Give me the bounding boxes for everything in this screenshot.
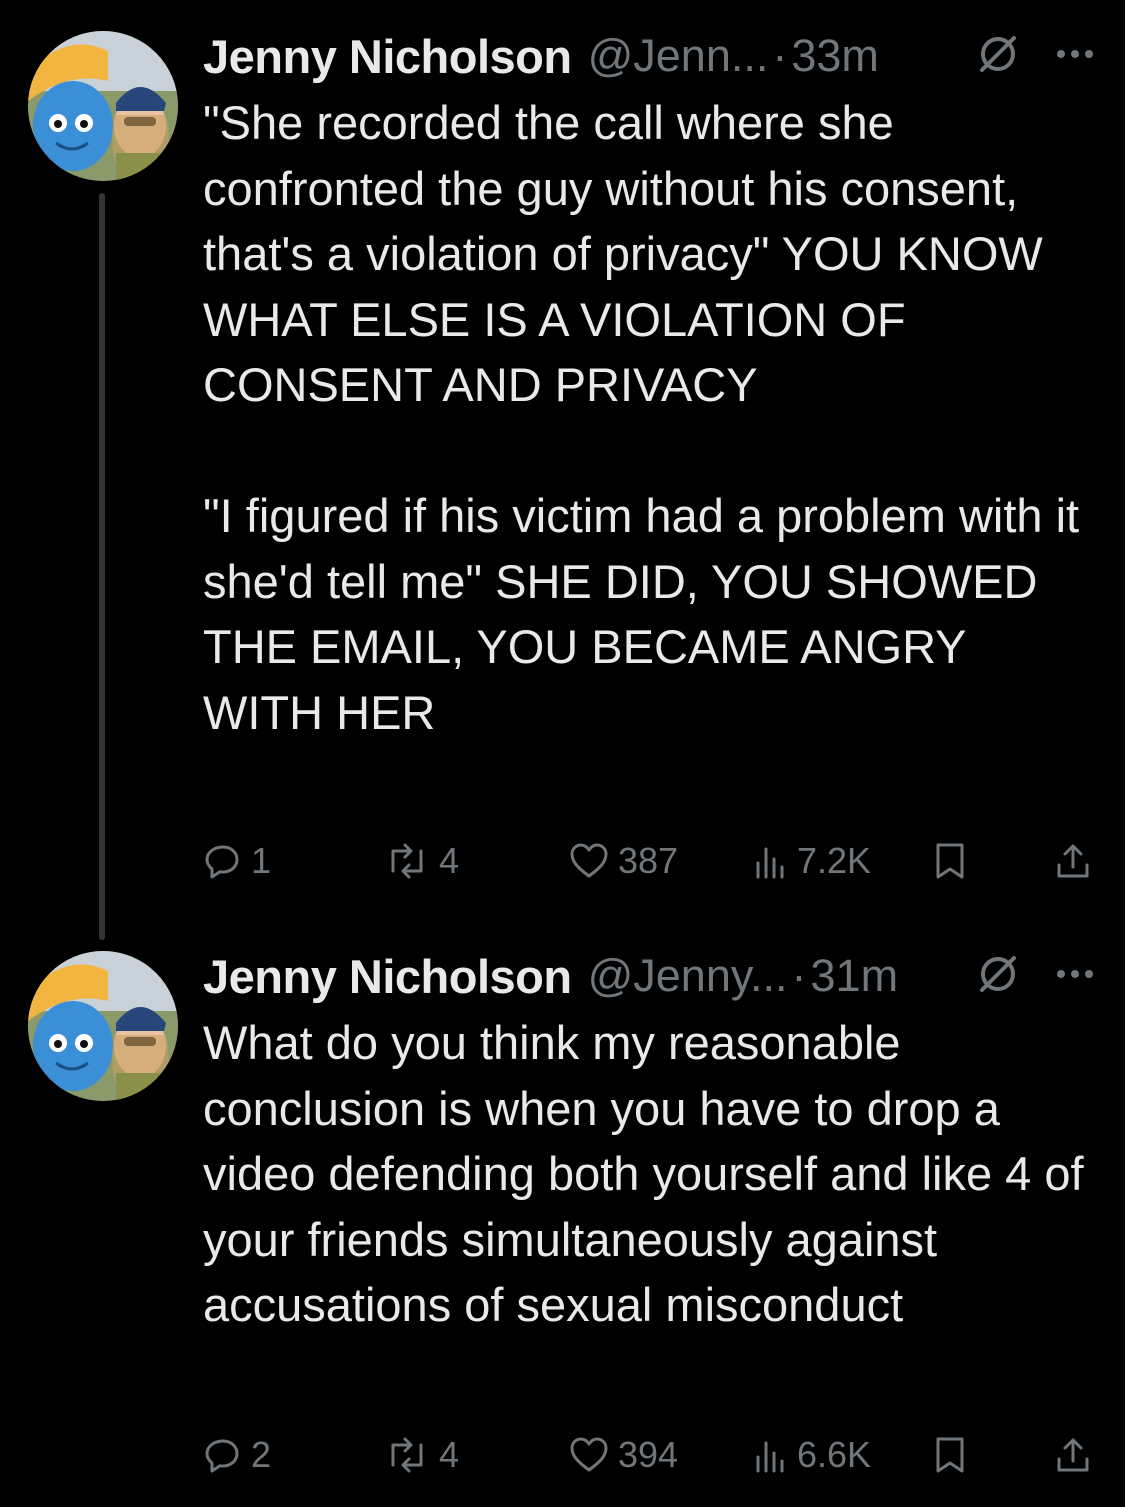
- grok-icon[interactable]: [975, 31, 1021, 82]
- tweet-text: What do you think my reasonable conclusi…: [203, 1016, 1097, 1331]
- views-icon: [756, 1441, 784, 1473]
- tweet-actions: 1 4 387 7.2K: [203, 836, 1093, 886]
- tweet-2[interactable]: Jenny Nicholson @Jenny... · 31m What do …: [0, 930, 1125, 1507]
- header-icons: [975, 26, 1095, 86]
- author-name[interactable]: Jenny Nicholson: [203, 949, 572, 1004]
- more-icon[interactable]: [1055, 47, 1095, 65]
- views-button[interactable]: 6.6K: [753, 1430, 871, 1480]
- like-button[interactable]: 394: [568, 1430, 678, 1480]
- timestamp[interactable]: 31m: [811, 950, 899, 1002]
- repost-button[interactable]: 4: [383, 1430, 459, 1480]
- reply-icon: [205, 1439, 239, 1473]
- share-button[interactable]: [1053, 836, 1093, 886]
- bookmark-button[interactable]: [933, 836, 967, 886]
- avatar[interactable]: [28, 31, 178, 181]
- header-icons: [975, 946, 1095, 1006]
- tweet-1[interactable]: Jenny Nicholson @Jenn... · 33m "She reco…: [0, 0, 1125, 940]
- share-button[interactable]: [1053, 1430, 1093, 1480]
- heart-icon: [570, 843, 608, 878]
- reply-button[interactable]: 2: [203, 1430, 271, 1480]
- repost-count: 4: [439, 840, 460, 881]
- heart-icon: [570, 1437, 608, 1472]
- repost-button[interactable]: 4: [383, 836, 459, 886]
- bookmark-icon: [936, 1437, 964, 1473]
- reply-icon: [205, 845, 239, 879]
- avatar-image: [28, 951, 178, 1101]
- more-icon[interactable]: [1055, 967, 1095, 985]
- separator: ·: [791, 950, 807, 1001]
- views-button[interactable]: 7.2K: [753, 836, 871, 886]
- author-handle[interactable]: @Jenn...: [588, 30, 769, 82]
- tweet-actions: 2 4 394 6.6K: [203, 1430, 1093, 1480]
- separator: ·: [772, 30, 788, 81]
- avatar-image: [28, 31, 178, 181]
- views-count: 7.2K: [797, 840, 872, 881]
- repost-icon: [391, 843, 423, 879]
- reply-count: 2: [251, 1434, 272, 1475]
- author-name[interactable]: Jenny Nicholson: [203, 29, 572, 84]
- avatar[interactable]: [28, 951, 178, 1101]
- tweet-header: Jenny Nicholson @Jenn... · 33m: [203, 26, 1095, 86]
- like-count: 387: [618, 840, 679, 881]
- share-icon: [1057, 844, 1089, 878]
- bookmark-button[interactable]: [933, 1430, 967, 1480]
- repost-icon: [391, 1437, 423, 1473]
- grok-icon[interactable]: [975, 951, 1021, 1002]
- like-count: 394: [618, 1434, 679, 1475]
- reply-count: 1: [251, 840, 272, 881]
- timestamp[interactable]: 33m: [791, 30, 879, 82]
- reply-button[interactable]: 1: [203, 836, 271, 886]
- tweet-header: Jenny Nicholson @Jenny... · 31m: [203, 946, 1095, 1006]
- tweet-text: "She recorded the call where she confron…: [203, 96, 1080, 739]
- repost-count: 4: [439, 1434, 460, 1475]
- like-button[interactable]: 387: [568, 836, 678, 886]
- thread-line: [99, 193, 105, 940]
- author-handle[interactable]: @Jenny...: [588, 950, 788, 1002]
- bookmark-icon: [936, 843, 964, 879]
- views-icon: [756, 847, 784, 879]
- share-icon: [1057, 1438, 1089, 1472]
- views-count: 6.6K: [797, 1434, 872, 1475]
